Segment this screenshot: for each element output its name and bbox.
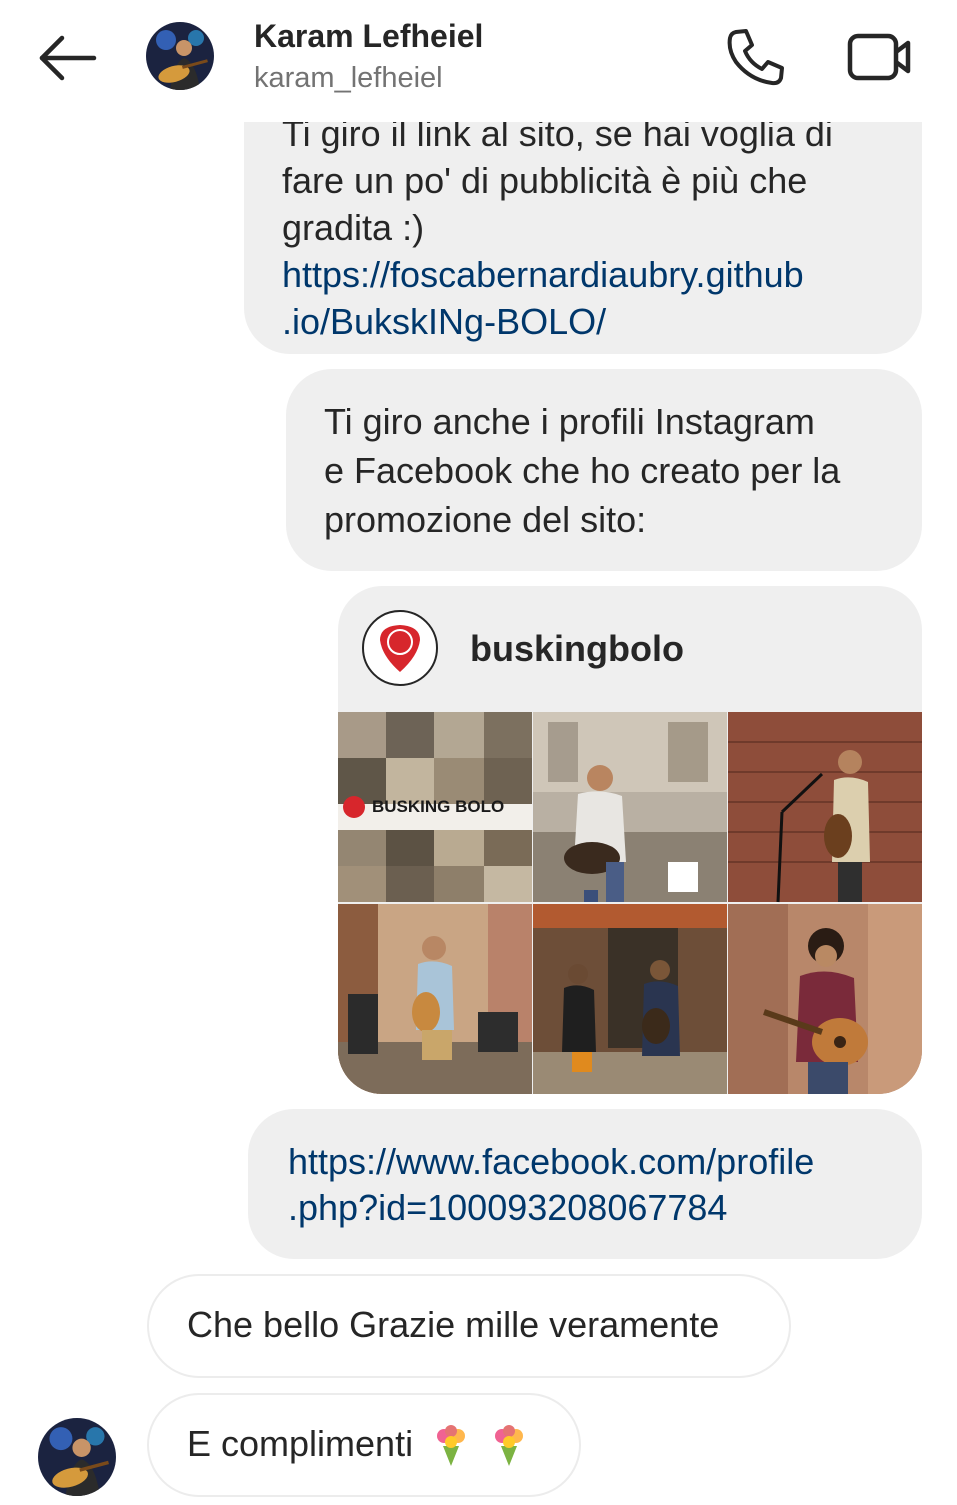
profile-grid-preview: BUSKING BOLO [338,712,922,1094]
message-text: e Facebook che ho creato per la [324,450,841,491]
message-text: fare un po' di pubblicità è più che [282,160,808,201]
message-text: gradita :) [282,207,425,248]
message-text: Che bello Grazie mille veramente [187,1304,720,1345]
bouquet-emoji-icon [495,1425,524,1467]
video-camera-icon [847,33,911,81]
guitar-pick-logo-icon [380,625,420,672]
incoming-message-compliments[interactable]: E complimenti [147,1393,581,1497]
contact-avatar[interactable] [146,22,214,90]
message-bubble-facebook-link[interactable]: https://www.facebook.com/profile .php?id… [248,1109,922,1259]
site-link[interactable]: https://foscabernardiaubry.github [282,251,833,298]
message-text: promozione del sito: [324,499,647,540]
banner-text: BUSKING BOLO [372,797,504,816]
audio-call-button[interactable] [722,26,788,88]
message-text: E complimenti [187,1423,414,1464]
post-thumbnail-guitarist [533,712,727,902]
sender-avatar[interactable] [38,1418,116,1496]
post-thumbnail-street-guitarist [338,904,532,1094]
phone-icon [727,29,784,86]
facebook-link[interactable]: https://www.facebook.com/profile [288,1139,922,1185]
arrow-left-icon [39,35,97,81]
site-link[interactable]: .io/BukskINg-BOLO/ [282,298,833,345]
contact-username: karam_lefheiel [254,62,443,94]
post-thumbnail-singer-brick-wall [728,712,922,903]
post-thumbnail-collage: BUSKING BOLO [338,712,532,902]
back-button[interactable] [36,30,100,86]
profile-username[interactable]: buskingbolo [470,628,684,670]
incoming-message-thanks[interactable]: Che bello Grazie mille veramente [147,1274,791,1378]
message-bubble-profiles[interactable]: Ti giro anche i profili Instagram e Face… [286,369,922,571]
bouquet-emoji-icon [437,1425,466,1467]
post-thumbnail-duo [533,904,727,1094]
shared-profile-card[interactable]: buskingbolo BUSKING BOLO [338,586,922,1094]
profile-avatar[interactable] [362,610,438,686]
message-text: Ti giro anche i profili Instagram [324,401,815,442]
contact-name[interactable]: Karam Lefheiel [254,18,483,55]
post-thumbnail-curly-guitarist [728,904,922,1094]
facebook-link[interactable]: .php?id=100093208067784 [288,1185,922,1231]
video-call-button[interactable] [844,26,916,88]
chat-header: Karam Lefheiel karam_lefheiel [0,0,957,122]
